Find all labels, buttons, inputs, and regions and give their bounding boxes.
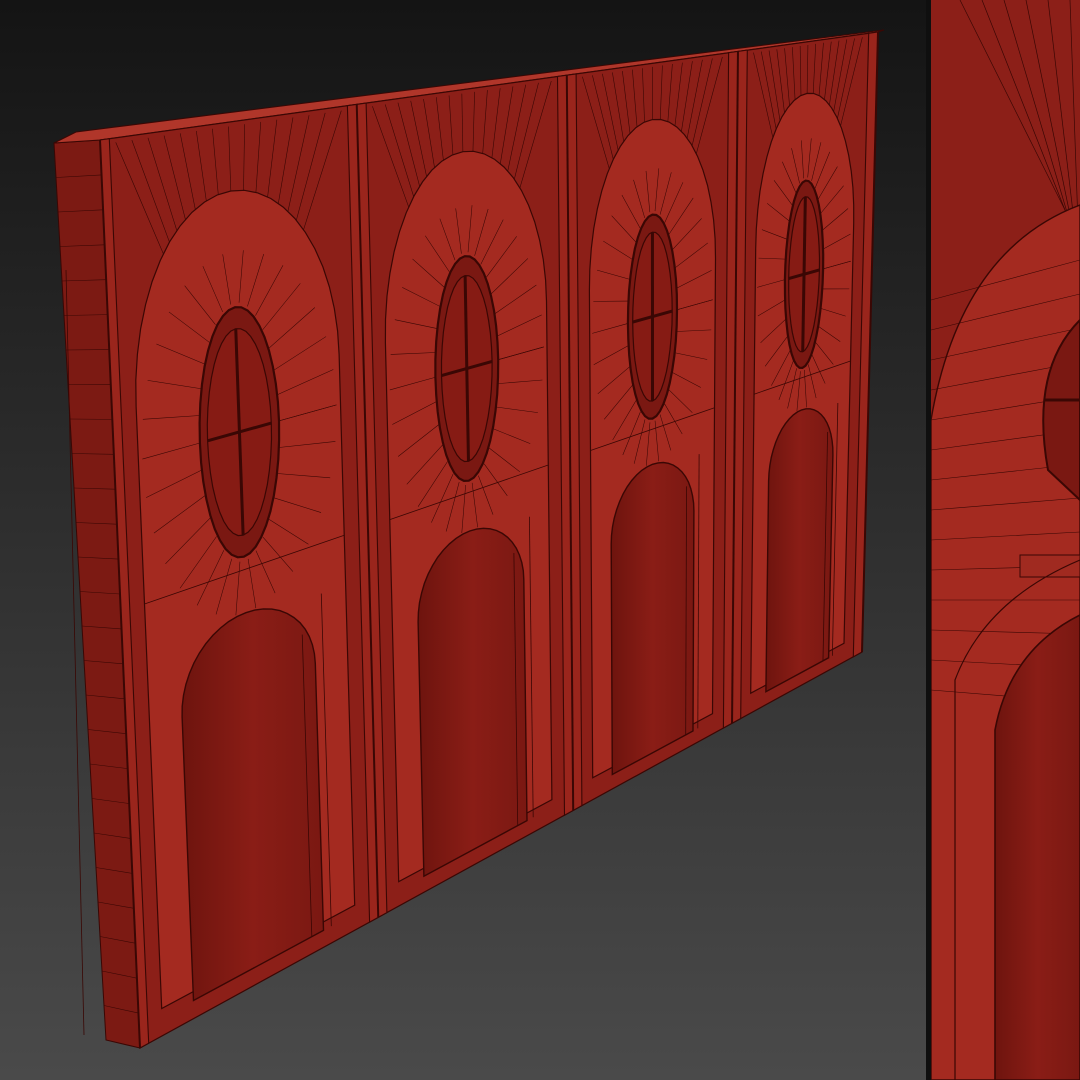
doorway-recess: [181, 608, 325, 1002]
panel-separator: [926, 0, 931, 1080]
closeup-band: [1019, 554, 1080, 578]
closeup-detail-view: [930, 0, 1080, 1080]
doorway-recess: [610, 461, 695, 776]
viewport-render: [0, 0, 1080, 1080]
render-stage: [0, 0, 1080, 1080]
doorway-recess: [417, 527, 528, 878]
